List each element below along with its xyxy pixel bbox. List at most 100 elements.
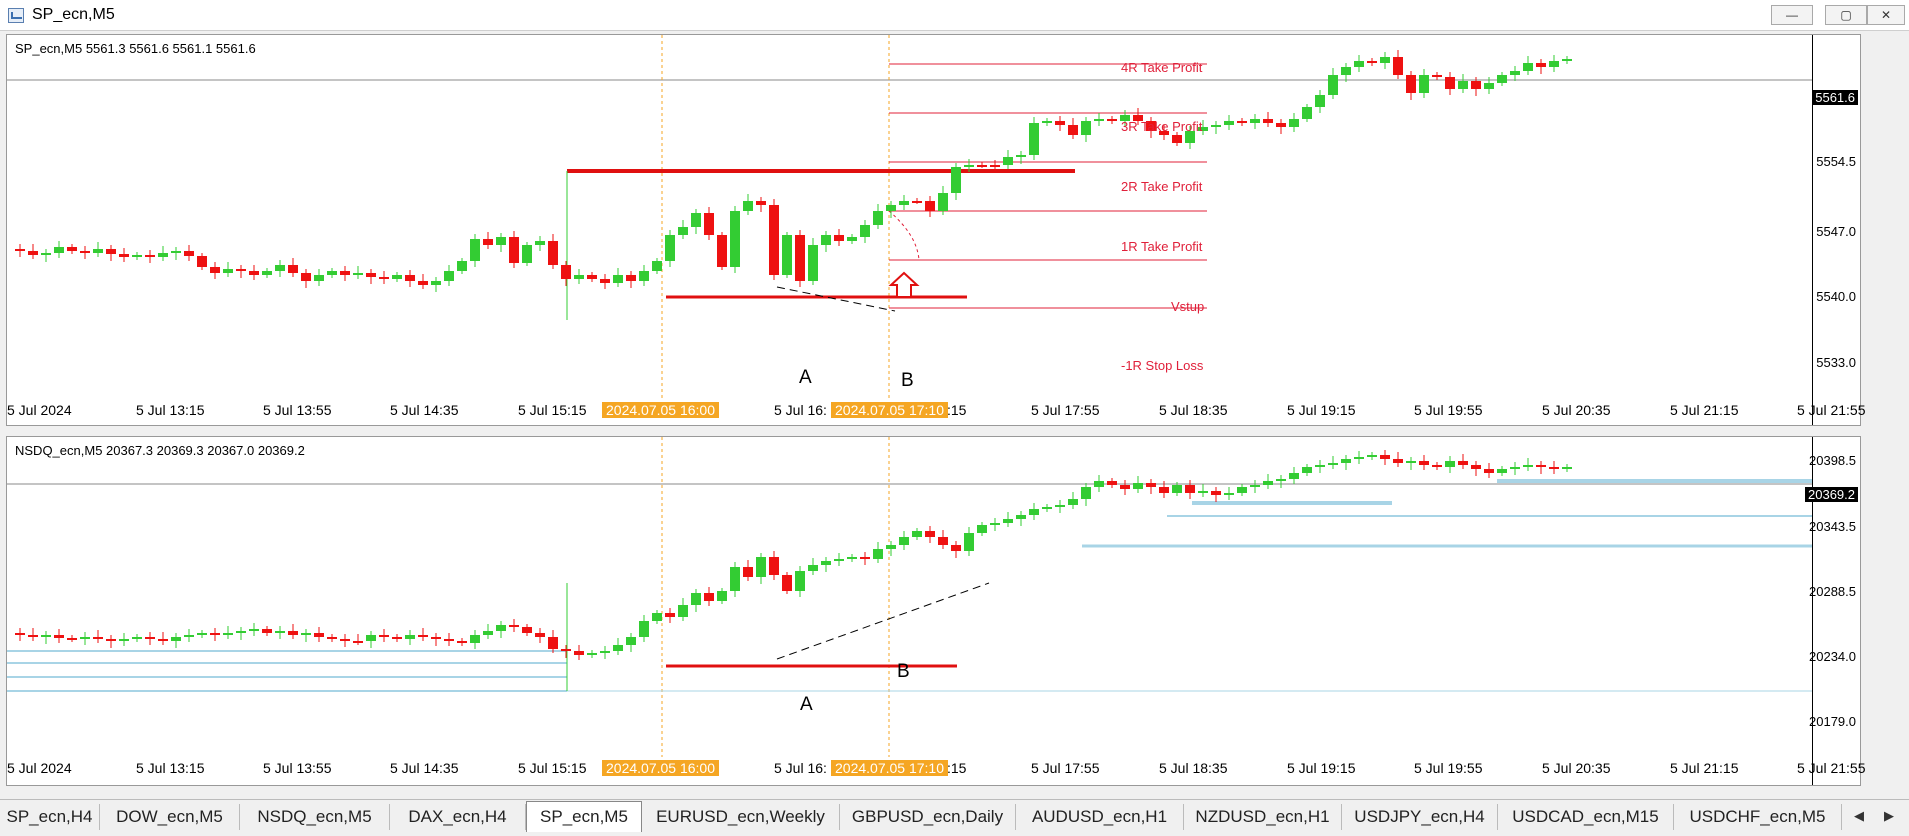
candle-body	[28, 251, 38, 255]
candle-body	[574, 275, 584, 279]
time-highlight-1710: 2024.07.05 17:10	[831, 402, 948, 418]
tab-sp-h4[interactable]: SP_ecn,H4	[0, 804, 100, 830]
candle-body	[1549, 467, 1559, 469]
candle-body	[691, 593, 701, 605]
tab-usdcad-m15[interactable]: USDCAD_ecn,M15	[1498, 804, 1674, 830]
candle-body	[1003, 157, 1013, 165]
time-label: 5 Jul 19:55	[1414, 402, 1483, 418]
candle-body	[67, 638, 77, 640]
candle-body	[808, 565, 818, 571]
candle-body	[444, 271, 454, 281]
candle-body	[483, 631, 493, 635]
candle-body	[743, 201, 753, 211]
tab-nzdusd-h1[interactable]: NZDUSD_ecn,H1	[1184, 804, 1342, 830]
tab-nsdq-m5[interactable]: NSDQ_ecn,M5	[240, 804, 390, 830]
candle-body	[704, 213, 714, 235]
nsdq-price-label: 20398.5	[1809, 453, 1856, 468]
candle-body	[1471, 81, 1481, 89]
candle-body	[847, 237, 857, 241]
minimize-button[interactable]: —	[1771, 5, 1813, 25]
candle-body	[1081, 121, 1091, 135]
candle-body	[535, 241, 545, 245]
nsdq-chart-pane[interactable]: NSDQ_ecn,M5 20367.3 20369.3 20367.0 2036…	[6, 436, 1866, 786]
sp-price-label: 5554.5	[1816, 154, 1856, 169]
candle-body	[964, 165, 974, 167]
candle-body	[587, 275, 597, 279]
tab-usdchf-m5[interactable]: USDCHF_ecn,M5	[1674, 804, 1842, 830]
candle-body	[1107, 481, 1117, 485]
candle-body	[1471, 465, 1481, 469]
candle-body	[28, 635, 38, 637]
window-title-bar: SP_ecn,M5 — ▢ ✕	[0, 0, 1909, 31]
candle-body	[197, 633, 207, 635]
tab-dow-m5[interactable]: DOW_ecn,M5	[100, 804, 240, 830]
candle-body	[54, 635, 64, 638]
candle-body	[873, 549, 883, 559]
candle-body	[301, 633, 311, 635]
candle-body	[1315, 465, 1325, 467]
tab-usdjpy-h4[interactable]: USDJPY_ecn,H4	[1342, 804, 1498, 830]
marker-b: B	[897, 661, 910, 682]
maximize-button[interactable]: ▢	[1825, 5, 1867, 25]
candle-body	[509, 237, 519, 263]
nsdq-price-axis[interactable]: 20398.5 20369.2 20343.5 20288.5 20234.0 …	[1805, 437, 1860, 785]
candle-body	[1289, 119, 1299, 127]
tab-dax-h4[interactable]: DAX_ecn,H4	[390, 804, 526, 830]
candle-body	[1380, 455, 1390, 459]
candle-body	[535, 633, 545, 637]
candle-body	[197, 256, 207, 267]
candle-body	[80, 251, 90, 253]
sp-price-axis[interactable]: 5561.6 5554.5 5547.0 5540.0 5533.0	[1812, 35, 1860, 425]
sp-chart-pane[interactable]: SP_ecn,M5 5561.3 5561.6 5561.1 5561.6 55…	[6, 34, 1866, 426]
tab-eurusd-weekly[interactable]: EURUSD_ecn,Weekly	[642, 804, 840, 830]
candle-body	[574, 651, 584, 655]
time-label: 5 Jul 13:15	[136, 760, 205, 776]
candle-body	[1419, 461, 1429, 465]
candle-body	[158, 639, 168, 641]
time-label: 5 Jul 19:55	[1414, 760, 1483, 776]
time-highlight-1710: 2024.07.05 17:10	[831, 760, 948, 776]
candle-body	[418, 281, 428, 285]
time-label: 5 Jul 13:55	[263, 402, 332, 418]
candle-body	[366, 635, 376, 641]
candle-body	[145, 637, 155, 639]
time-label: 5 Jul 15:15	[518, 760, 587, 776]
candle-body	[795, 235, 805, 281]
candle-body	[1523, 63, 1533, 71]
candle-body	[639, 271, 649, 281]
sp-candlestick-chart[interactable]	[7, 35, 1813, 399]
trendline-ab	[776, 286, 896, 312]
nsdq-candlestick-chart[interactable]	[7, 437, 1813, 757]
tab-audusd-h1[interactable]: AUDUSD_ecn,H1	[1016, 804, 1184, 830]
candle-body	[470, 239, 480, 261]
candle-body	[860, 557, 870, 559]
time-label: 5 Jul 18:35	[1159, 402, 1228, 418]
tab-scroll-right-icon[interactable]: ▶	[1884, 808, 1894, 824]
level-label-3r: 3R Take Profit	[1121, 119, 1203, 134]
candle-body	[704, 593, 714, 601]
candle-body	[834, 559, 844, 561]
candle-body	[496, 625, 506, 631]
candle-body	[626, 637, 636, 645]
tab-gbpusd-daily[interactable]: GBPUSD_ecn,Daily	[840, 804, 1016, 830]
sp-chart-header: SP_ecn,M5 5561.3 5561.6 5561.1 5561.6	[15, 41, 256, 56]
candle-body	[977, 165, 987, 167]
candle-body	[1536, 63, 1546, 67]
candle-body	[639, 621, 649, 637]
candle-body	[548, 241, 558, 265]
close-button[interactable]: ✕	[1867, 5, 1905, 25]
candle-body	[1380, 57, 1390, 63]
marker-a: A	[800, 694, 813, 715]
candle-body	[106, 249, 116, 254]
sp-price-label: 5540.0	[1816, 289, 1856, 304]
candle-body	[899, 201, 909, 205]
level-label-stop-loss: -1R Stop Loss	[1121, 358, 1204, 373]
candle-body	[132, 255, 142, 257]
candle-body	[1016, 155, 1026, 157]
time-label: 5 Jul 19:15	[1287, 402, 1356, 418]
candle-body	[795, 571, 805, 591]
tab-scroll-left-icon[interactable]: ◀	[1854, 808, 1864, 824]
candle-body	[457, 641, 467, 643]
candle-body	[1068, 125, 1078, 135]
tab-sp-m5[interactable]: SP_ecn,M5	[526, 801, 642, 832]
